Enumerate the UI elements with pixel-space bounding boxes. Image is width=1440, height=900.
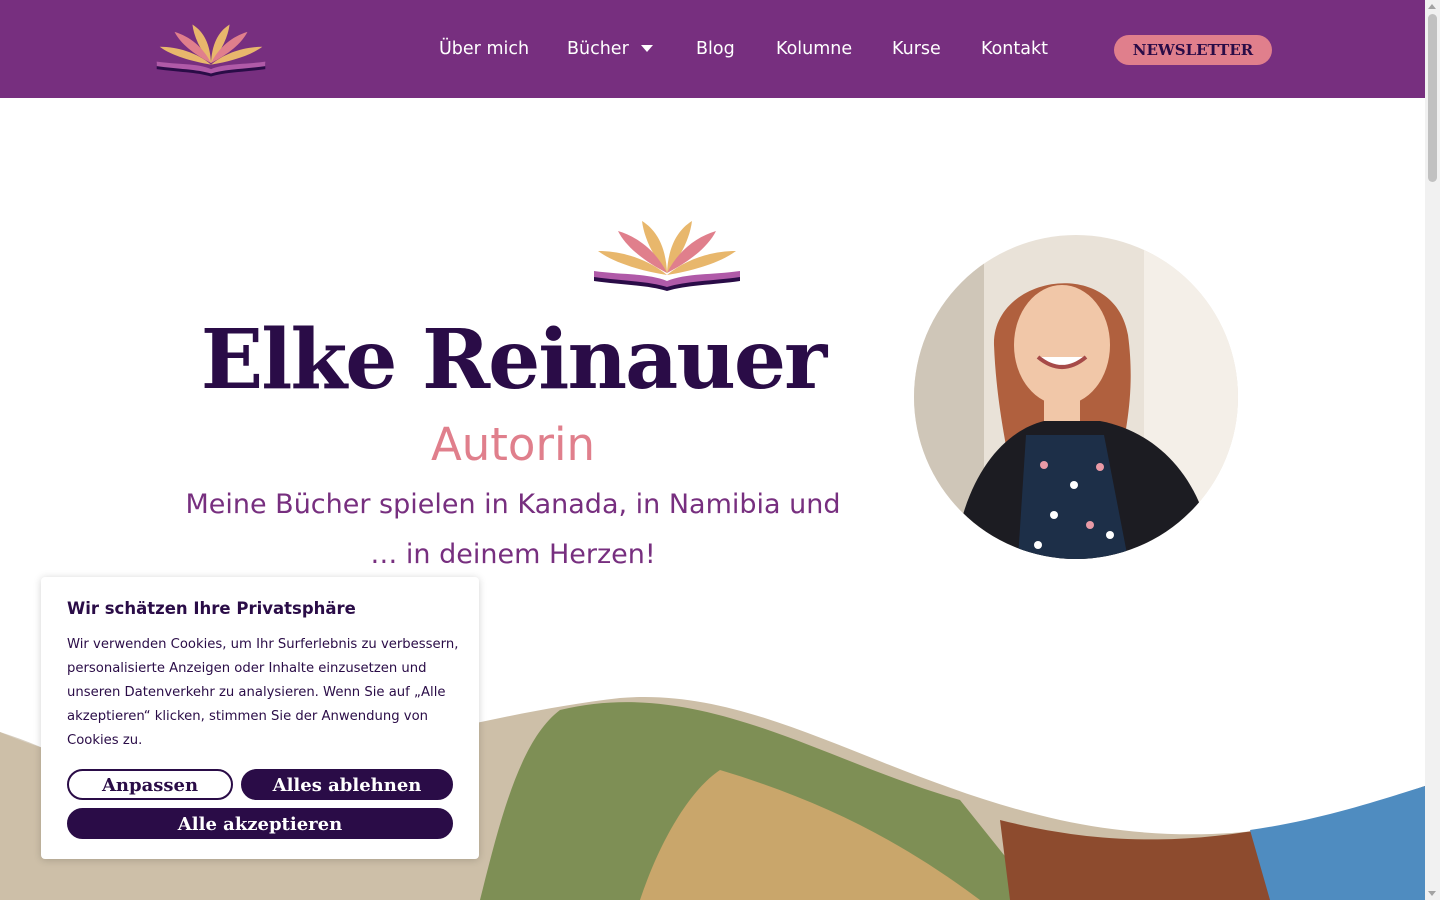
cookie-description: Wir verwenden Cookies, um Ihr Surferlebn… — [67, 637, 459, 748]
author-role: Autorin — [430, 418, 595, 471]
cookie-title: Wir schätzen Ihre Privatsphäre — [67, 599, 356, 618]
hero-tagline: Meine Bücher spielen in Kanada, in Namib… — [185, 489, 841, 570]
cookie-consent-dialog: Wir schätzen Ihre Privatsphäre Wir verwe… — [41, 577, 479, 859]
nav-item-kurse[interactable]: Kurse — [892, 36, 941, 62]
nav-item-kontakt[interactable]: Kontakt — [981, 36, 1048, 62]
scroll-up-arrow-icon[interactable] — [1428, 4, 1436, 9]
newsletter-button[interactable]: NEWSLETTER — [1114, 35, 1272, 65]
nav-item-buecher[interactable]: Bücher — [567, 36, 629, 62]
accept-all-button[interactable]: Alle akzeptieren — [67, 808, 453, 839]
nav-item-blog[interactable]: Blog — [696, 36, 735, 62]
scroll-down-arrow-icon[interactable] — [1428, 891, 1436, 896]
open-book-lotus-icon — [594, 221, 740, 291]
nav-item-ueber-mich[interactable]: Über mich — [439, 36, 529, 62]
site-header: Über mich Bücher Blog Kolumne Kurse Kont… — [0, 0, 1425, 98]
reject-all-button[interactable]: Alles ablehnen — [241, 769, 453, 800]
nav-item-kolumne[interactable]: Kolumne — [776, 36, 852, 62]
customize-button[interactable]: Anpassen — [67, 769, 233, 800]
author-portrait — [914, 235, 1238, 559]
author-name: Elke Reinauer — [200, 312, 827, 408]
scrollbar-thumb[interactable] — [1428, 14, 1437, 182]
page-scrollbar[interactable] — [1425, 0, 1440, 900]
caret-down-icon[interactable] — [641, 45, 653, 52]
